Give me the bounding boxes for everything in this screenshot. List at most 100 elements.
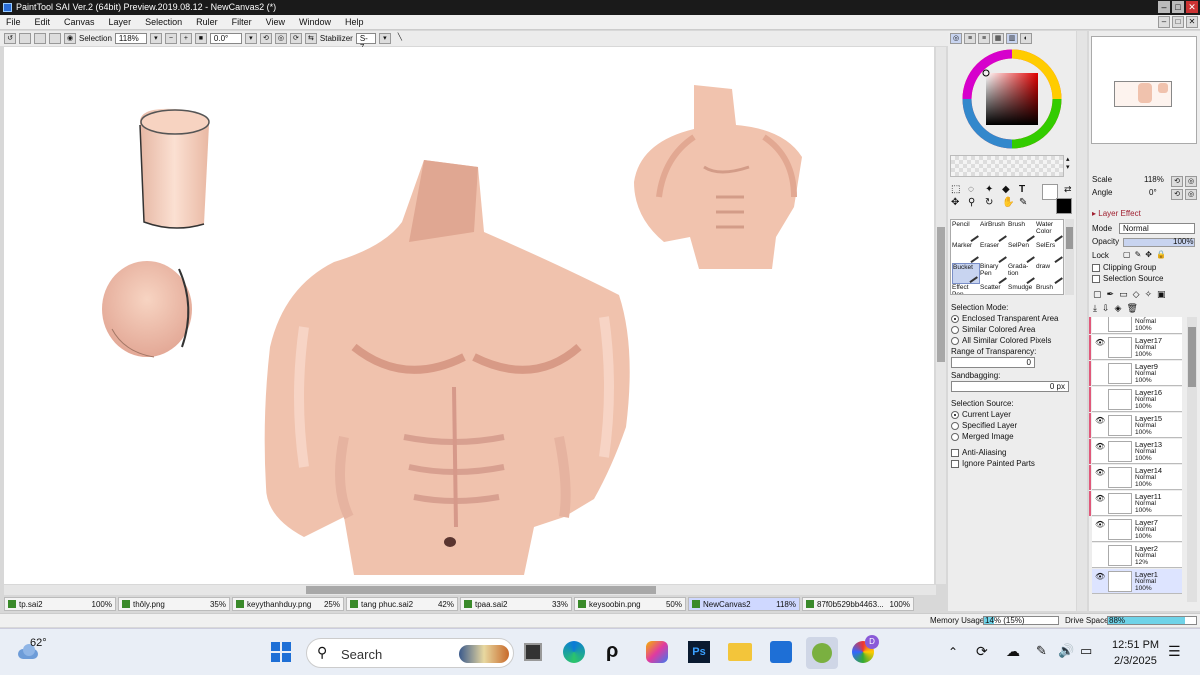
layer-row[interactable]: 👁 Layer15 Normal 100% [1089,413,1182,438]
zoom-dropdown-icon[interactable]: ▾ [149,33,162,44]
mode-all-similar-option[interactable]: All Similar Colored Pixels [951,335,1071,346]
swatches-icon[interactable]: ▦ [992,33,1004,44]
scratchpad-icon[interactable]: ◐ [1020,33,1032,44]
tool-scatter[interactable]: Scatter [980,284,1008,294]
visibility-eye-icon[interactable]: 👁 [1095,338,1105,347]
document-tab[interactable]: tp.sai2 100% [4,597,116,611]
visibility-eye-icon[interactable] [1095,317,1105,321]
sandbagging-field[interactable]: 0 px [951,381,1069,392]
redo-icon[interactable] [19,33,31,44]
visibility-eye-icon[interactable] [1095,364,1105,373]
drawing-canvas[interactable] [4,47,934,584]
primary-color-swatch[interactable] [1056,198,1072,214]
tool-airbrush[interactable]: AirBrush [980,221,1008,242]
source-merged-option[interactable]: Merged Image [951,431,1071,442]
menu-selection[interactable]: Selection [145,17,182,27]
shape-icon[interactable]: ◆ [1002,184,1017,195]
visibility-eye-icon[interactable]: 👁 [1095,494,1105,503]
transfer-down-icon[interactable]: ⤓ [1093,303,1097,314]
battery-icon[interactable]: ▭ [1080,643,1092,659]
document-tab[interactable]: 87f0b529bb4463... 100% [802,597,914,611]
hsv-slider-icon[interactable]: ≡ [978,33,990,44]
rotate-reset-icon[interactable]: ◎ [274,33,287,44]
layer-row[interactable]: 👁 Layer11 Normal 100% [1089,491,1182,516]
layer-row[interactable]: Layer2 Normal 12% [1092,543,1182,568]
search-box[interactable]: ⚲ Search [306,638,514,668]
canvas-horizontal-scrollbar[interactable] [4,585,936,595]
ignore-painted-checkbox[interactable]: Ignore Painted Parts [951,458,1071,469]
rect-select-icon[interactable]: ⬚ [951,184,966,195]
navigator-preview[interactable] [1091,36,1197,144]
photoshop-icon[interactable]: Ps [688,641,710,663]
document-tab[interactable]: tpaa.sai2 33% [460,597,572,611]
canvas-vertical-scrollbar[interactable] [936,47,946,584]
selection-source-checkbox[interactable]: Selection Source [1092,273,1163,284]
tool-selers[interactable]: SelErs [1036,242,1063,263]
speaker-icon[interactable]: 🔊 [1058,643,1074,659]
maximize-button[interactable]: □ [1172,1,1184,13]
edge-browser-icon[interactable] [563,641,585,663]
source-specified-option[interactable]: Specified Layer [951,420,1071,431]
layer-row[interactable]: Layer9 Normal 100% [1089,361,1182,386]
scale-reset-icon[interactable]: ⟲ [1171,176,1183,187]
visibility-eye-icon[interactable] [1095,390,1105,399]
new-folder-icon[interactable]: ▭ [1119,289,1128,300]
scale-fit-icon[interactable]: ◎ [1185,176,1197,187]
text-tool-icon[interactable]: T [1019,184,1034,195]
eyedropper-icon[interactable]: ✎ [1019,197,1034,208]
rotate-left-icon[interactable]: ⟲ [259,33,272,44]
menu-canvas[interactable]: Canvas [64,17,95,27]
zoom-in-icon[interactable]: + [179,33,192,44]
file-explorer-icon[interactable] [728,643,752,661]
menu-filter[interactable]: Filter [232,17,252,27]
mode-enclosed-option[interactable]: Enclosed Transparent Area [951,313,1071,324]
tool-smudge[interactable]: Smudge [1008,284,1036,294]
magic-wand-icon[interactable]: ✦ [985,184,1000,195]
blend-mode-select[interactable]: Normal [1119,223,1195,234]
tool-binary-pen[interactable]: Binary Pen [980,263,1008,284]
tool-eraser[interactable]: Eraser [980,242,1008,263]
copilot-icon[interactable] [646,641,668,663]
doc-restore-button[interactable]: □ [1172,16,1184,28]
menu-window[interactable]: Window [299,17,331,27]
color-wheel[interactable] [960,47,1064,151]
store-icon[interactable] [770,641,792,663]
doc-close-button[interactable]: ✕ [1186,16,1198,28]
layer-row[interactable]: 👁 Layer1 Normal 100% [1092,569,1182,594]
document-tab[interactable]: keysoobin.png 50% [574,597,686,611]
menu-edit[interactable]: Edit [35,17,51,27]
rotate-icon[interactable]: ↻ [985,197,1000,208]
new-layer-icon[interactable]: ▢ [1093,289,1102,300]
scratchpad-scroll[interactable]: ▴ ▾ [1066,155,1070,171]
merge-down-icon[interactable]: ⇩ [1102,303,1110,314]
delete-layer-icon[interactable]: ▣ [1157,289,1166,300]
stabilizer-dropdown-icon[interactable]: ▾ [378,33,391,44]
document-tab[interactable]: keyythanhduy.png 25% [232,597,344,611]
tool-grada-tion[interactable]: Grada- tion [1008,263,1036,284]
lock-all-icon[interactable]: 🔒 [1156,250,1166,259]
invert-selection-icon[interactable] [49,33,61,44]
visibility-eye-icon[interactable] [1095,546,1105,555]
minimize-button[interactable]: – [1158,1,1170,13]
tool-brush[interactable]: Brush [1008,221,1036,242]
swap-colors-icon[interactable]: ⇄ [1064,184,1072,195]
tool-water-color[interactable]: Water Color [1036,221,1063,242]
deselect-icon[interactable] [34,33,46,44]
visibility-eye-icon[interactable]: 👁 [1095,520,1105,529]
angle-field[interactable]: 0.0° [209,33,242,44]
layer-effect-header[interactable]: ▸ Layer Effect [1092,208,1141,219]
close-button[interactable]: ✕ [1186,1,1198,13]
search-app-icon[interactable]: ρ [606,640,626,664]
undo-icon[interactable]: ↺ [4,33,16,44]
range-field[interactable]: 0 [951,357,1035,368]
move-icon[interactable]: ✥ [951,197,966,208]
visibility-eye-icon[interactable]: 👁 [1095,572,1105,581]
notification-icon[interactable]: ☰ [1168,643,1181,660]
paint-tool-sai-taskbar-icon[interactable] [806,637,838,669]
document-tab-active[interactable]: NewCanvas2 118% [688,597,800,611]
flip-icon[interactable]: ⇆ [304,33,317,44]
source-current-option[interactable]: Current Layer [951,409,1071,420]
mode-similar-option[interactable]: Similar Colored Area [951,324,1071,335]
tool-pencil[interactable]: Pencil [952,221,980,242]
tool-bucket[interactable]: Bucket [952,263,980,284]
